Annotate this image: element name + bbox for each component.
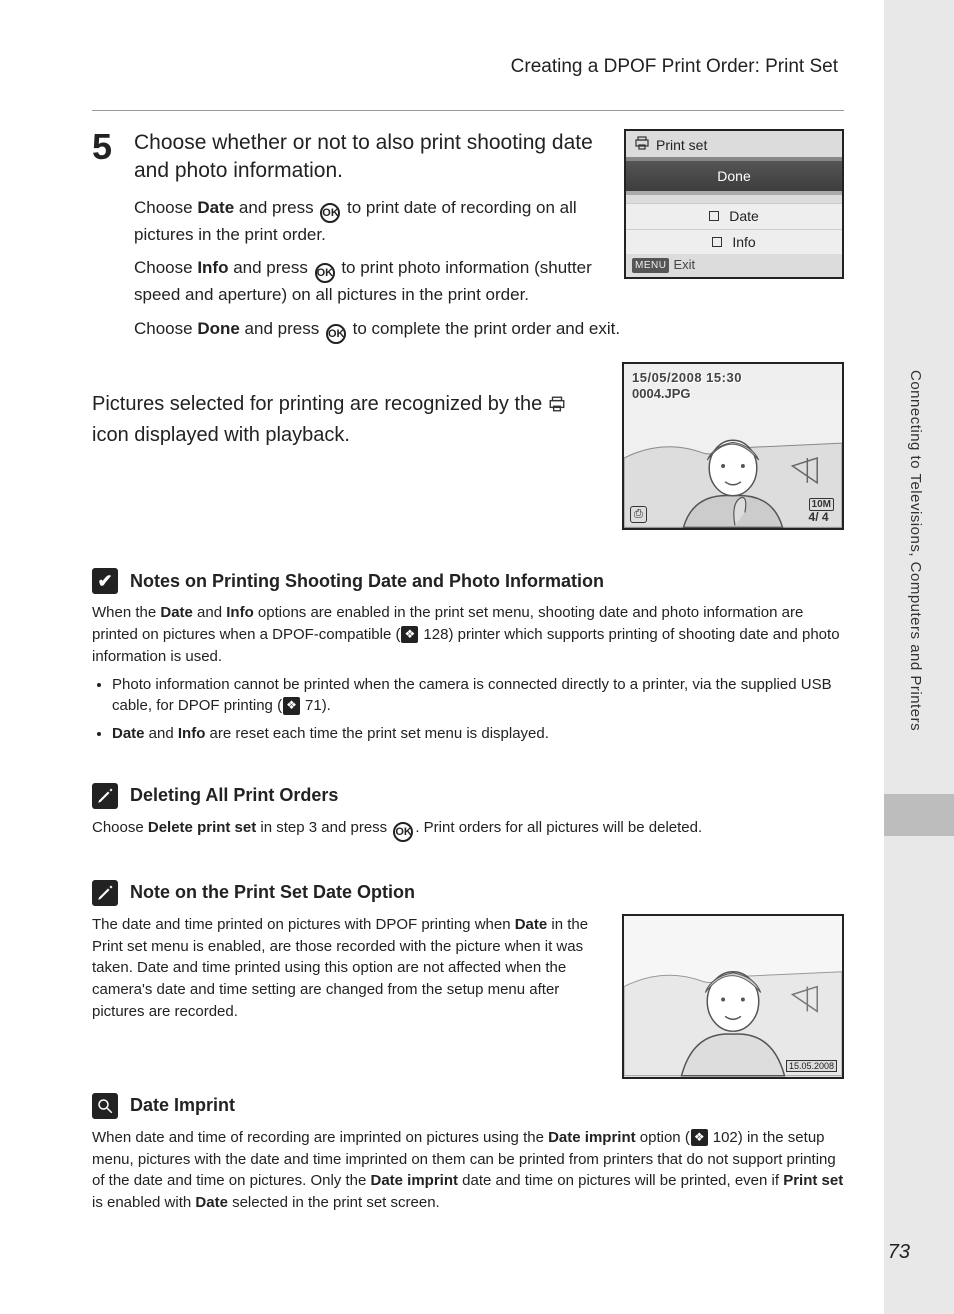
ok-icon: OK [393,822,413,842]
checkbox-icon [712,237,722,247]
ok-icon: OK [315,263,335,283]
page-ref-icon: ❖ [283,697,300,714]
step-para-info: Choose Info and press OK to print photo … [134,256,608,307]
note-text: The date and time printed on pictures wi… [92,914,604,1023]
note-bullet: Date and Info are reset each time the pr… [112,723,844,745]
page-ref-icon: ❖ [691,1129,708,1146]
lcd-print-set: Print set Done Date Info MENU Exit [624,129,844,279]
note-bullet: Photo information cannot be printed when… [112,674,844,718]
section-tab-label: Connecting to Televisions, Computers and… [907,370,924,731]
lcd-done: Done [626,157,842,195]
pencil-icon [92,783,118,809]
date-imprint-sample: 15.05.2008 [622,914,844,1079]
lcd-title-text: Print set [656,136,707,154]
note-text: When the Date and Info options are enabl… [92,602,844,667]
lcd-info-option: Info [626,229,842,254]
note-title: Notes on Printing Shooting Date and Phot… [130,571,604,592]
thumb-counter: 10M 4/ 4 [809,496,836,524]
note-deleting-orders: Deleting All Print Orders Choose Delete … [92,783,844,842]
lcd-date-option: Date [626,203,842,228]
step-5: 5 Choose whether or not to also print sh… [92,129,844,354]
note-title: Deleting All Print Orders [130,785,338,806]
thumb-print-icon: ⎙ [630,506,647,523]
page-ref-icon: ❖ [401,626,418,643]
note-text: When date and time of recording are impr… [92,1127,844,1214]
note-date-option: Note on the Print Set Date Option The da… [92,880,844,1079]
section-tab-marker [884,794,954,836]
note-title: Note on the Print Set Date Option [130,882,415,903]
print-order-icon [548,392,566,421]
checkbox-icon [709,211,719,221]
playback-thumbnail: 15/05/2008 15:30 0004.JPG ⎙ 10M [622,362,844,530]
step-para-done: Choose Done and press OK to complete the… [134,317,844,344]
pencil-icon [92,880,118,906]
ok-icon: OK [320,203,340,223]
note-title: Date Imprint [130,1095,235,1116]
step-number: 5 [92,129,120,354]
lcd-exit-text: Exit [673,257,695,274]
step-heading: Choose whether or not to also print shoo… [134,129,608,186]
imprint-date-label: 15.05.2008 [786,1060,837,1072]
check-icon: ✔ [92,568,118,594]
note-text: Choose Delete print set in step 3 and pr… [92,817,844,842]
note-shooting-date: ✔ Notes on Printing Shooting Date and Ph… [92,568,844,745]
divider [92,110,844,111]
magnify-icon [92,1093,118,1119]
thumb-date: 15/05/2008 15:30 [632,370,742,385]
page-number: 73 [888,1241,910,1264]
ok-icon: OK [326,324,346,344]
menu-badge-icon: MENU [632,258,669,273]
playback-note: Pictures selected for printing are recog… [92,390,604,450]
step-para-date: Choose Date and press OK to print date o… [134,196,608,247]
printer-icon [634,136,650,154]
note-date-imprint: Date Imprint When date and time of recor… [92,1093,844,1214]
page-header: Creating a DPOF Print Order: Print Set [92,56,844,96]
sample-photo-icon [624,916,842,1077]
